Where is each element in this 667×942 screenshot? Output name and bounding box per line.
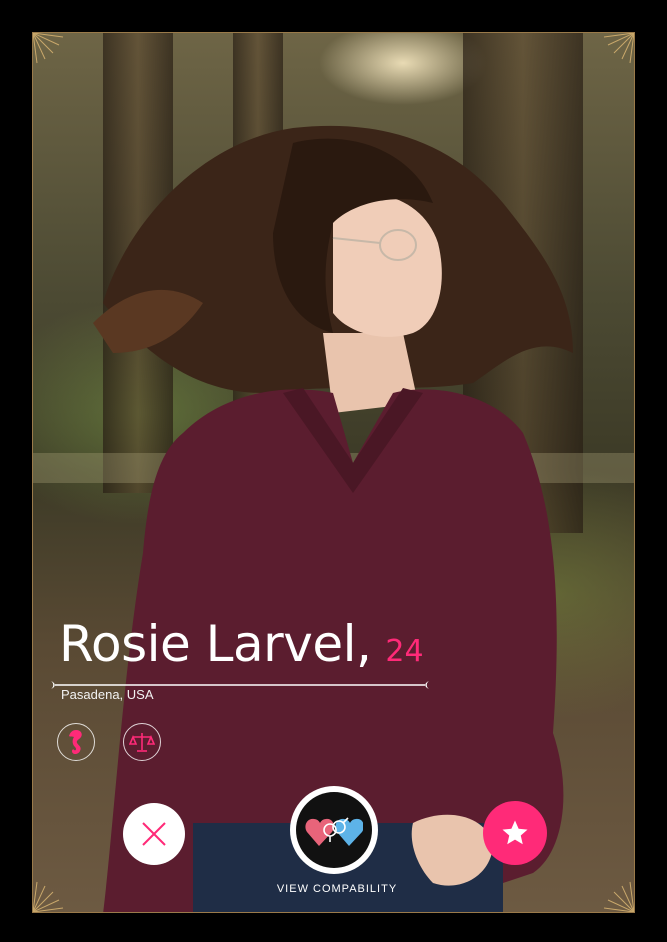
profile-name: Rosie Larvel,	[59, 615, 372, 673]
seahorse-icon	[69, 730, 82, 754]
zodiac-badge[interactable]	[57, 723, 95, 761]
profile-photo	[93, 125, 573, 912]
libra-scales-icon	[129, 733, 155, 752]
profile-card[interactable]: Rosie Larvel, 24 Pasadena, USA VIEW COMP…	[32, 32, 635, 913]
view-compatibility-link[interactable]: VIEW COMPABILITY	[257, 883, 417, 895]
compatibility-dial	[296, 792, 372, 868]
corner-ornament-icon	[33, 881, 64, 912]
star-icon	[502, 820, 528, 845]
profile-age: 24	[385, 634, 424, 669]
profile-location: Pasadena, USA	[61, 687, 154, 702]
superlike-button[interactable]	[483, 801, 547, 865]
zodiac-badge[interactable]	[123, 723, 161, 761]
corner-ornament-icon	[33, 33, 64, 64]
hearts-gender-icon	[305, 817, 363, 846]
corner-ornament-icon	[603, 881, 634, 912]
corner-ornament-icon	[603, 33, 634, 64]
compatibility-button[interactable]	[290, 786, 378, 874]
close-icon	[142, 822, 166, 846]
profile-name-row: Rosie Larvel, 24	[59, 615, 424, 673]
dislike-button[interactable]	[123, 803, 185, 865]
